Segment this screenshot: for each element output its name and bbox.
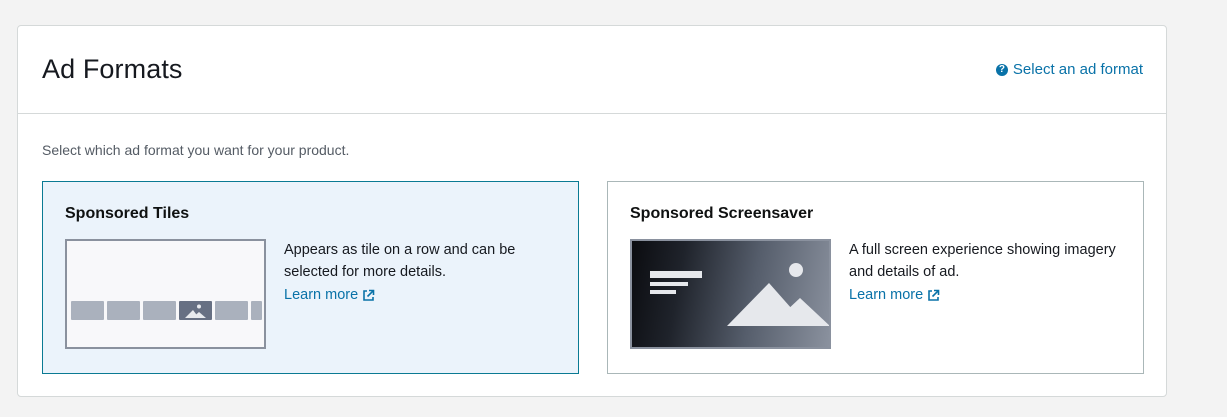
- learn-more-link[interactable]: Learn more: [849, 287, 940, 303]
- image-icon: [185, 304, 206, 318]
- page-title: Ad Formats: [42, 54, 183, 84]
- screensaver-thumbnail: [630, 239, 831, 349]
- external-link-icon: [363, 289, 375, 301]
- external-link-icon: [928, 289, 940, 301]
- tile-placeholder: [143, 301, 176, 320]
- ad-formats-panel: Ad Formats ? Select an ad format Select …: [17, 25, 1167, 397]
- card-description: A full screen experience showing imagery…: [849, 242, 1116, 280]
- card-title: Sponsored Tiles: [65, 205, 190, 222]
- help-link-label: Select an ad format: [1012, 61, 1143, 78]
- tile-placeholder: [71, 301, 104, 320]
- learn-more-label: Learn more: [284, 287, 359, 303]
- highlighted-tile: [179, 301, 212, 320]
- sponsored-tiles-card[interactable]: Sponsored Tiles Appears as tile on a row…: [42, 181, 579, 374]
- screensaver-illustration: [650, 263, 829, 326]
- panel-header: Ad Formats ? Select an ad format: [18, 26, 1166, 114]
- learn-more-label: Learn more: [849, 287, 924, 303]
- tile-placeholder: [251, 301, 262, 320]
- question-circle-icon: ?: [995, 63, 1008, 76]
- tiles-row-thumbnail: [65, 239, 266, 349]
- tile-placeholder: [215, 301, 248, 320]
- sponsored-screensaver-card[interactable]: Sponsored Screensaver A full screen expe…: [607, 181, 1144, 374]
- select-ad-format-help-link[interactable]: ? Select an ad format: [995, 61, 1143, 78]
- learn-more-link[interactable]: Learn more: [284, 287, 375, 303]
- card-title: Sponsored Screensaver: [630, 205, 814, 222]
- card-description: Appears as tile on a row and can be sele…: [284, 242, 516, 280]
- tile-placeholder: [107, 301, 140, 320]
- instruction-text: Select which ad format you want for your…: [42, 142, 350, 158]
